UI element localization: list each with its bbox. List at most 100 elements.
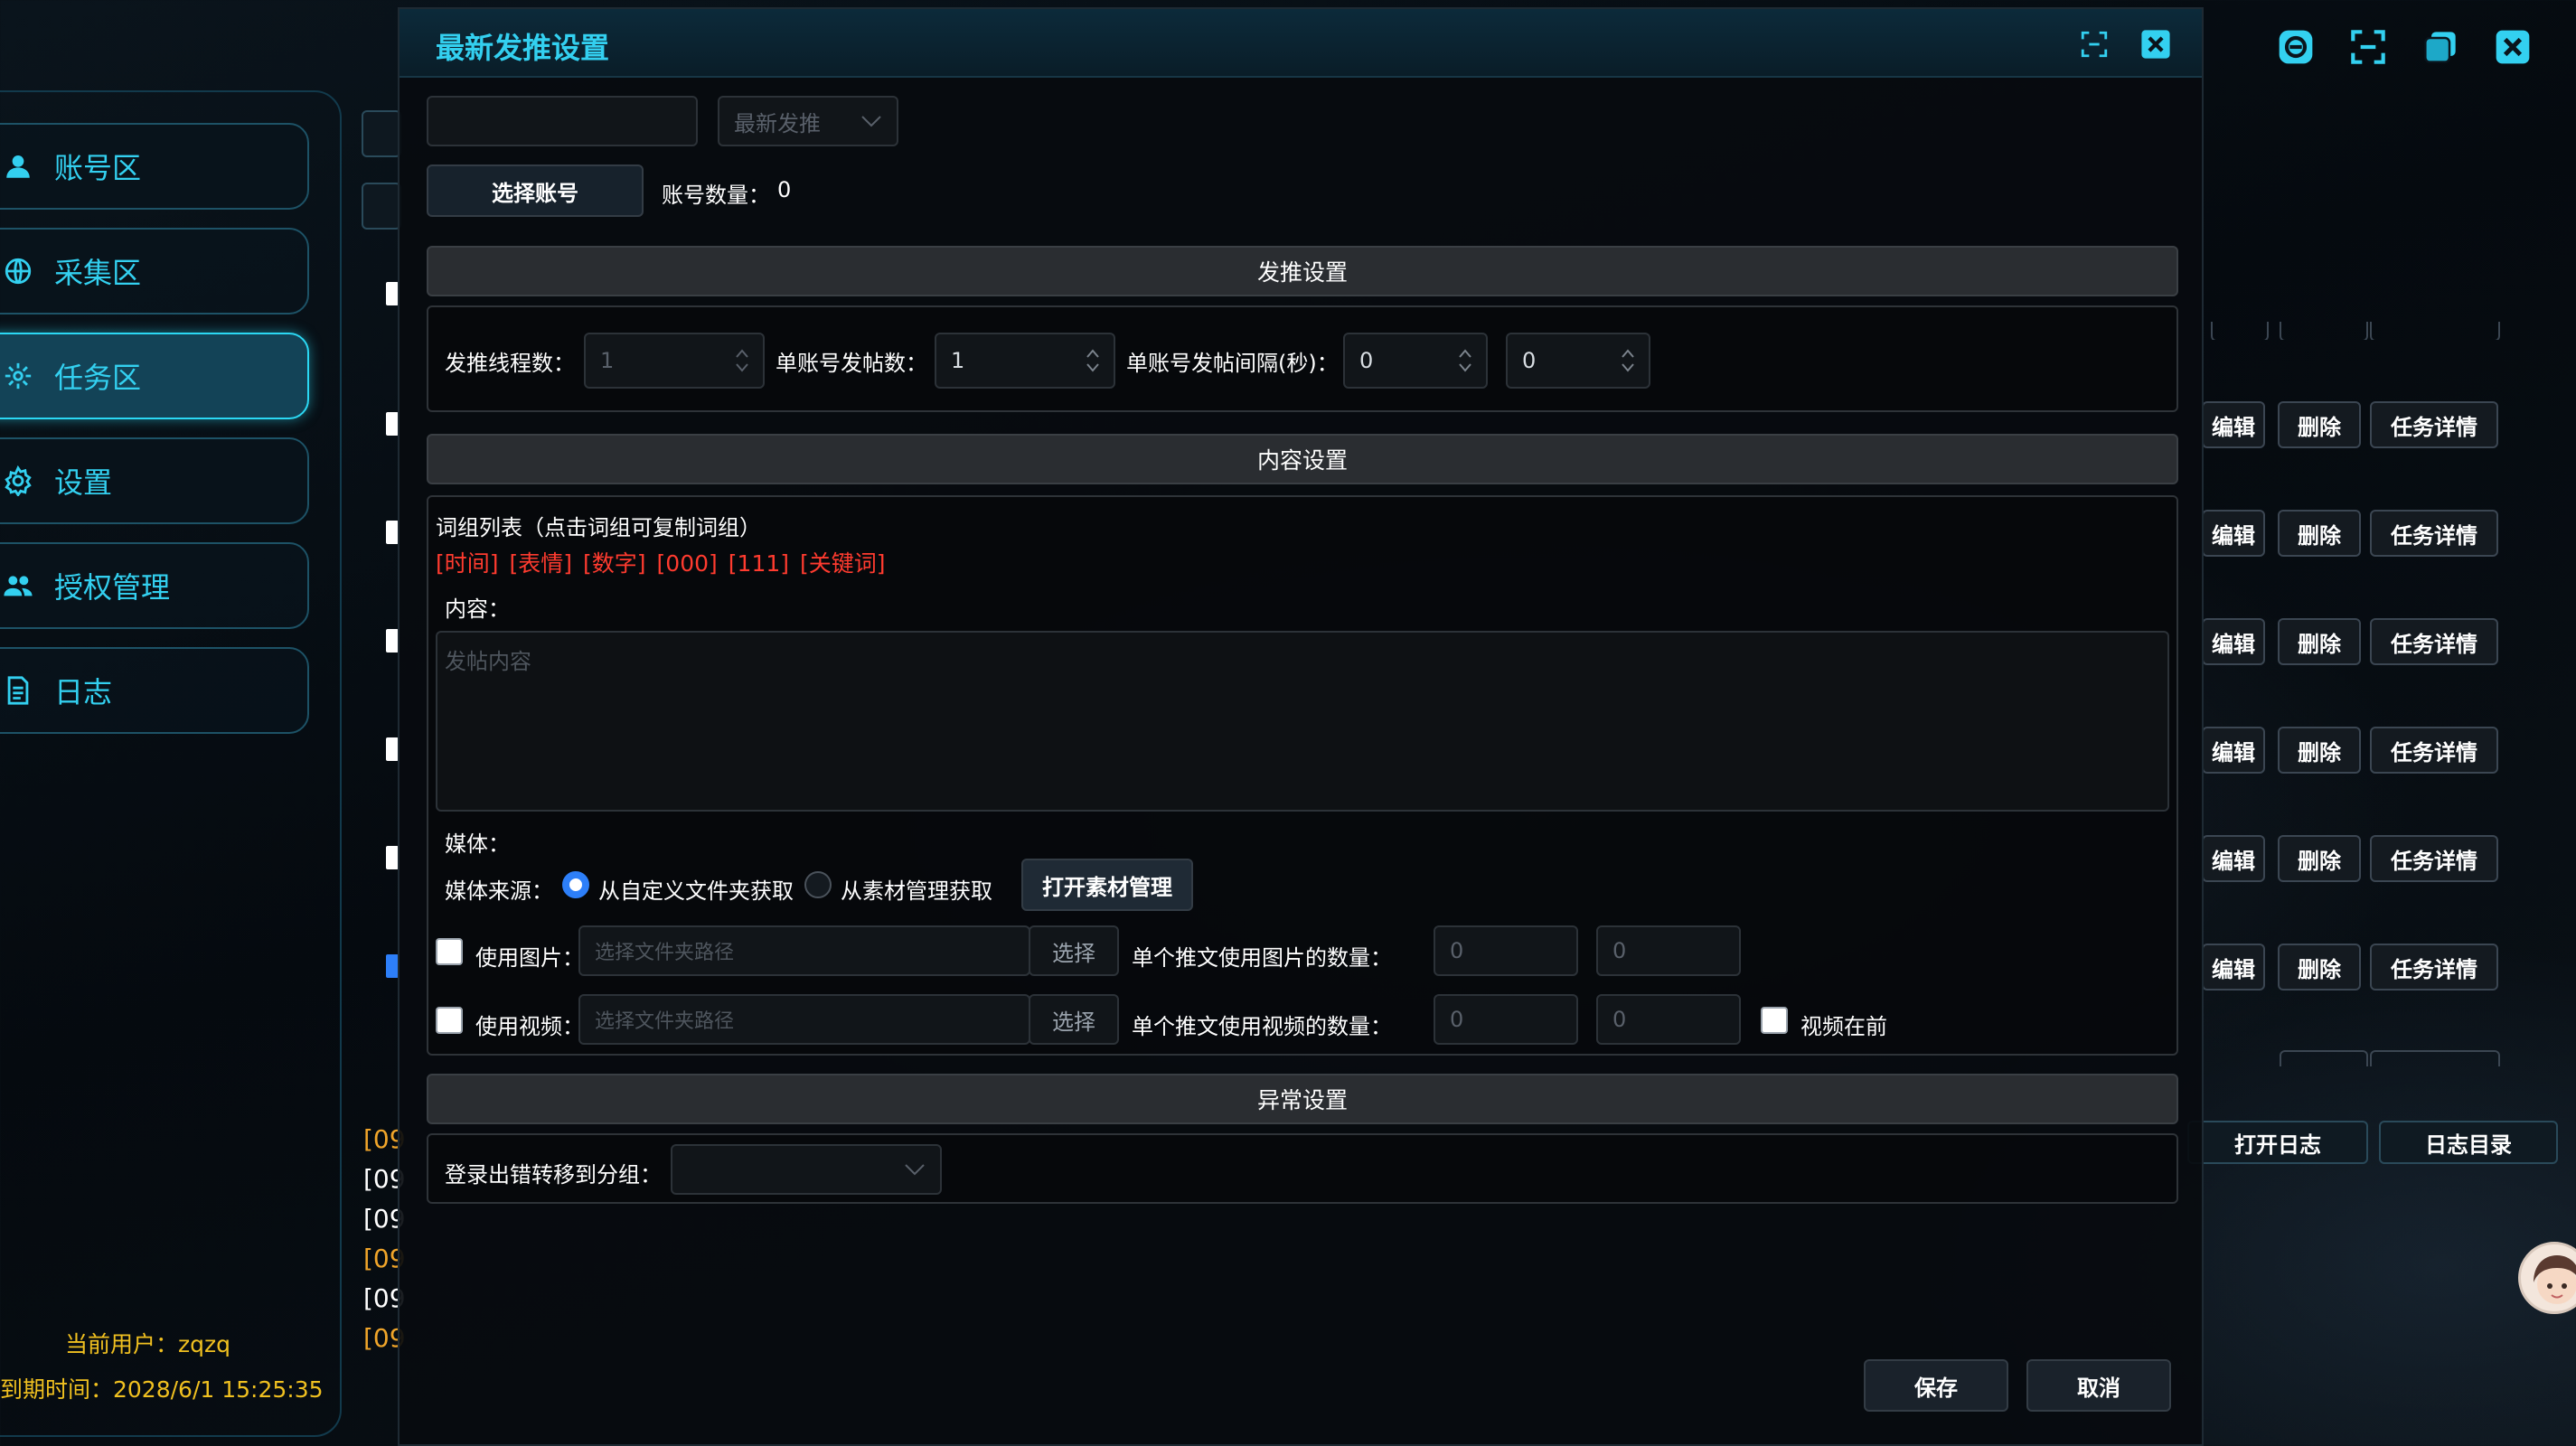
task-type-select[interactable]: 最新发推 [718, 96, 898, 146]
edit-button[interactable]: 编辑 [2202, 618, 2265, 665]
account-count-value: 0 [777, 177, 792, 202]
maximize-icon[interactable] [2079, 29, 2110, 60]
sidebar-item-label: 任务区 [54, 361, 142, 395]
media-source-library-radio[interactable] [804, 871, 832, 898]
wordgroup-tag[interactable]: [数字] [583, 550, 646, 577]
posts-spinbox[interactable]: 1 [935, 333, 1115, 389]
open-library-button[interactable]: 打开素材管理 [1021, 859, 1193, 911]
edit-button[interactable]: 编辑 [2202, 727, 2265, 774]
row-checkbox[interactable] [386, 521, 399, 544]
delete-button[interactable]: 删除 [2278, 944, 2361, 991]
interval-label: 单账号发帖间隔(秒)： [1126, 351, 1339, 376]
use-image-checkbox[interactable] [436, 938, 463, 965]
fullscreen-icon[interactable] [2348, 27, 2388, 67]
image-max-input[interactable]: 0 [1596, 925, 1741, 976]
choose-image-folder-button[interactable]: 选择 [1029, 925, 1119, 976]
image-path-placeholder: 选择文件夹路径 [595, 942, 735, 964]
interval-max-spinbox[interactable]: 0 [1506, 333, 1650, 389]
log-directory-button[interactable]: 日志目录 [2379, 1121, 2558, 1164]
row-checkbox[interactable] [386, 954, 399, 978]
delete-button[interactable]: 删除 [2278, 727, 2361, 774]
account-count-label: 账号数量： [662, 183, 770, 208]
task-detail-button[interactable]: 任务详情 [2370, 727, 2498, 774]
row-checkbox[interactable] [386, 629, 399, 653]
assistant-avatar[interactable] [2518, 1242, 2576, 1314]
spin-arrows-icon[interactable] [1457, 347, 1473, 374]
sidebar-item-logs[interactable]: 日志 [0, 647, 309, 734]
task-detail-button[interactable]: 任务详情 [2370, 944, 2498, 991]
close-icon[interactable] [2140, 29, 2171, 60]
video-min-input[interactable]: 0 [1434, 994, 1578, 1045]
save-button[interactable]: 保存 [1864, 1359, 2008, 1412]
task-detail-button[interactable]: 任务详情 [2370, 618, 2498, 665]
section-send-settings[interactable]: 发推设置 [427, 246, 2178, 296]
video-first-checkbox[interactable] [1761, 1007, 1788, 1034]
delete-button[interactable]: 删除 [2278, 835, 2361, 882]
row-checkbox[interactable] [386, 737, 399, 761]
spin-arrows-icon[interactable] [1085, 347, 1101, 374]
login-error-group-select[interactable] [671, 1144, 942, 1195]
chat-icon[interactable] [2276, 27, 2316, 67]
section-error-settings[interactable]: 异常设置 [427, 1074, 2178, 1124]
send-settings-panel: 发推线程数： 1 单账号发帖数： 1 单账号发帖间隔(秒)： 0 0 [427, 305, 2178, 412]
image-count-label: 单个推文使用图片的数量： [1132, 945, 1392, 971]
task-icon [0, 358, 36, 394]
delete-button[interactable]: 删除 [2278, 618, 2361, 665]
media-source-custom-radio[interactable] [562, 871, 589, 898]
delete-button[interactable]: 删除 [2278, 510, 2361, 557]
spin-arrows-icon[interactable] [1620, 347, 1636, 374]
content-textarea[interactable]: 发帖内容 [436, 631, 2169, 812]
task-name-input[interactable] [427, 96, 698, 146]
select-account-button[interactable]: 选择账号 [427, 164, 644, 217]
interval-min-value: 0 [1359, 348, 1374, 373]
task-detail-button[interactable]: 任务详情 [2370, 401, 2498, 448]
cancel-button[interactable]: 取消 [2026, 1359, 2171, 1412]
edit-button[interactable]: 编辑 [2202, 401, 2265, 448]
wordgroup-tag[interactable]: [111] [729, 550, 789, 577]
sidebar-item-label: 日志 [54, 675, 113, 709]
media-option-library-label[interactable]: 从素材管理获取 [841, 873, 992, 905]
threads-label: 发推线程数： [445, 351, 575, 376]
row-checkbox[interactable] [386, 412, 399, 436]
sidebar-item-label: 设置 [54, 465, 113, 500]
row-checkbox[interactable] [386, 282, 399, 305]
globe-icon [0, 253, 36, 289]
image-min-input[interactable]: 0 [1434, 925, 1578, 976]
close-icon[interactable] [2493, 27, 2533, 67]
wordgroup-list: [时间] [表情] [数字] [000] [111] [关键词] [436, 546, 897, 578]
section-content-settings[interactable]: 内容设置 [427, 434, 2178, 484]
delete-button[interactable]: 删除 [2278, 401, 2361, 448]
image-path-input[interactable]: 选择文件夹路径 [578, 925, 1030, 976]
interval-min-spinbox[interactable]: 0 [1343, 333, 1488, 389]
wordgroup-tag[interactable]: [000] [657, 550, 718, 577]
sidebar-item-tasks[interactable]: 任务区 [0, 333, 309, 419]
background-tab [362, 110, 401, 157]
threads-spinbox[interactable]: 1 [584, 333, 765, 389]
wordgroup-tag[interactable]: [表情] [510, 550, 573, 577]
video-path-input[interactable]: 选择文件夹路径 [578, 994, 1030, 1045]
task-type-value: 最新发推 [734, 110, 821, 136]
wordgroup-tag[interactable]: [关键词] [800, 550, 886, 577]
sidebar-item-settings[interactable]: 设置 [0, 437, 309, 524]
edit-button[interactable]: 编辑 [2202, 835, 2265, 882]
row-checkbox[interactable] [386, 846, 399, 869]
open-log-button[interactable]: 打开日志 [2187, 1121, 2368, 1164]
spin-arrows-icon[interactable] [734, 347, 750, 374]
use-video-checkbox[interactable] [436, 1007, 463, 1034]
edit-button[interactable]: 编辑 [2202, 944, 2265, 991]
content-label: 内容： [445, 596, 510, 622]
task-detail-button[interactable]: 任务详情 [2370, 835, 2498, 882]
sidebar-item-accounts[interactable]: 账号区 [0, 123, 309, 210]
task-detail-button[interactable]: 任务详情 [2370, 510, 2498, 557]
sidebar-item-license[interactable]: 授权管理 [0, 542, 309, 629]
use-video-label: 使用视频： [475, 1014, 584, 1039]
sidebar-item-collect[interactable]: 采集区 [0, 228, 309, 315]
media-option-custom-label[interactable]: 从自定义文件夹获取 [598, 873, 794, 905]
document-icon [0, 672, 36, 709]
expire-time: 到期时间：2028/6/1 15:25:35 [0, 1376, 324, 1403]
video-max-input[interactable]: 0 [1596, 994, 1741, 1045]
edit-button[interactable]: 编辑 [2202, 510, 2265, 557]
wordgroup-tag[interactable]: [时间] [436, 550, 499, 577]
restore-icon[interactable] [2421, 27, 2460, 67]
choose-video-folder-button[interactable]: 选择 [1029, 994, 1119, 1045]
